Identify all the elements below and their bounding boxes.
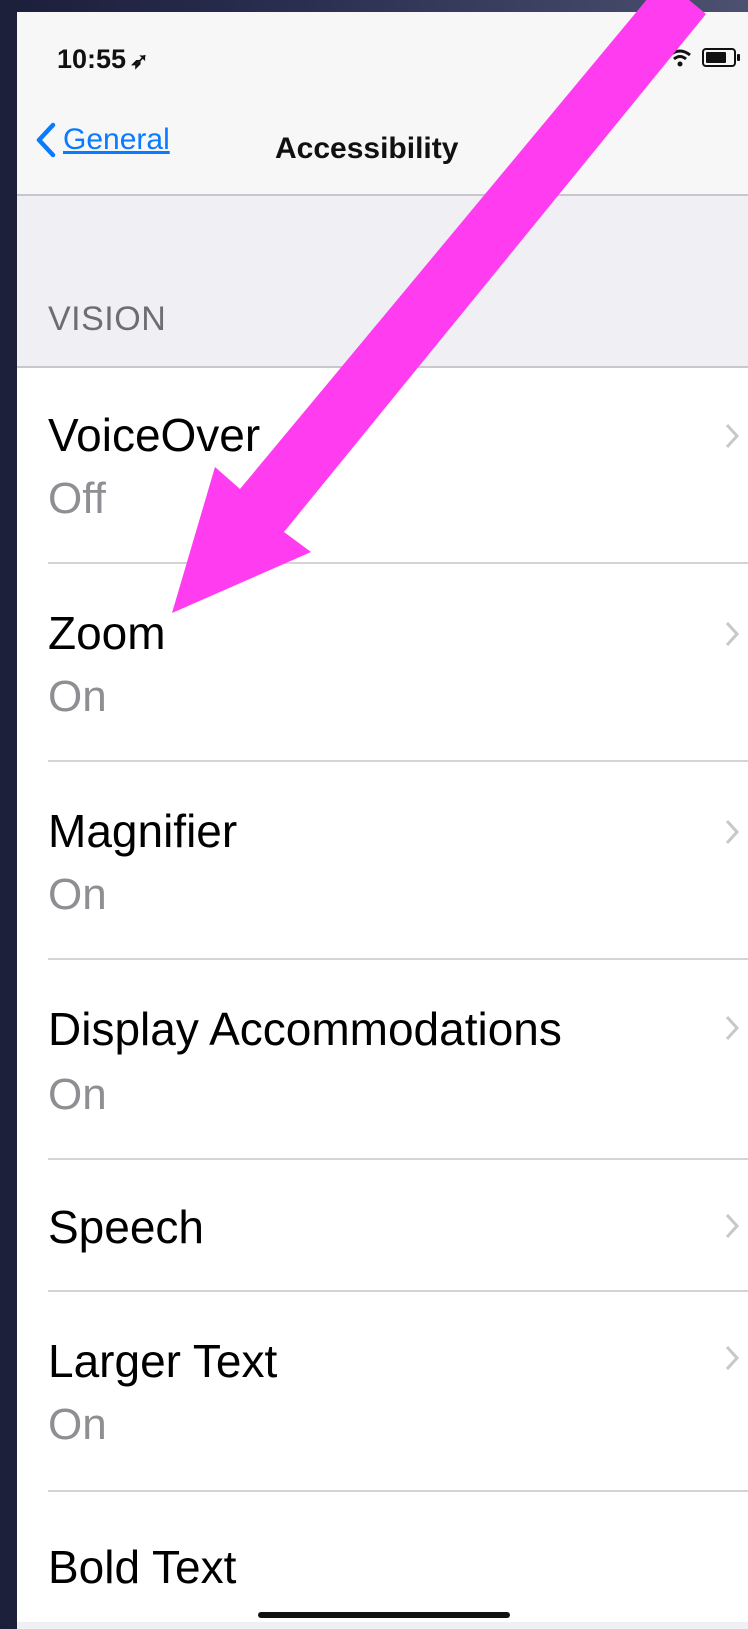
chevron-right-icon xyxy=(725,621,740,647)
row-label: Larger Text xyxy=(48,1335,278,1387)
status-time-text: 10:55 xyxy=(57,44,127,74)
annotation-underline xyxy=(258,1612,510,1618)
chevron-right-icon xyxy=(725,1345,740,1371)
status-bar: 10:55 ➶ xyxy=(17,12,748,102)
row-value: Off xyxy=(48,474,106,523)
wifi-icon xyxy=(669,49,691,66)
status-time: 10:55 ➶ xyxy=(57,44,149,75)
back-button-label: General xyxy=(63,123,170,156)
row-display-accommodations[interactable]: Display Accommodations On xyxy=(17,960,748,1160)
chevron-right-icon xyxy=(725,1213,740,1239)
battery-icon xyxy=(702,48,740,67)
chevron-right-icon xyxy=(725,1015,740,1041)
row-value: On xyxy=(48,1400,107,1449)
chevron-left-icon xyxy=(36,122,56,158)
row-label: Display Accommodations xyxy=(48,1003,562,1055)
row-label: VoiceOver xyxy=(48,409,261,461)
row-zoom[interactable]: Zoom On xyxy=(17,564,748,762)
row-label: Speech xyxy=(48,1201,205,1253)
row-value: On xyxy=(48,870,107,919)
section-header-vision: VISION xyxy=(48,300,167,338)
row-value: On xyxy=(48,1070,107,1119)
location-arrow-icon: ➶ xyxy=(130,48,149,73)
settings-list: VoiceOver Off Zoom On Magnifier On Displ… xyxy=(17,366,748,1622)
phone-screen: 10:55 ➶ General Accessibility VISION Voic… xyxy=(17,12,748,1629)
row-voiceover[interactable]: VoiceOver Off xyxy=(17,368,748,564)
row-label: Bold Text xyxy=(48,1541,237,1593)
chevron-right-icon xyxy=(725,819,740,845)
row-bold-text[interactable]: Bold Text xyxy=(17,1492,748,1622)
chevron-right-icon xyxy=(725,423,740,449)
row-label: Magnifier xyxy=(48,805,238,857)
navigation-bar: General Accessibility xyxy=(17,102,748,196)
row-label: Zoom xyxy=(48,607,166,659)
page-title: Accessibility xyxy=(275,132,459,165)
row-value: On xyxy=(48,672,107,721)
row-larger-text[interactable]: Larger Text On xyxy=(17,1292,748,1492)
back-button[interactable]: General xyxy=(35,122,170,158)
status-indicators xyxy=(668,48,740,67)
row-magnifier[interactable]: Magnifier On xyxy=(17,762,748,960)
row-speech[interactable]: Speech xyxy=(17,1160,748,1292)
